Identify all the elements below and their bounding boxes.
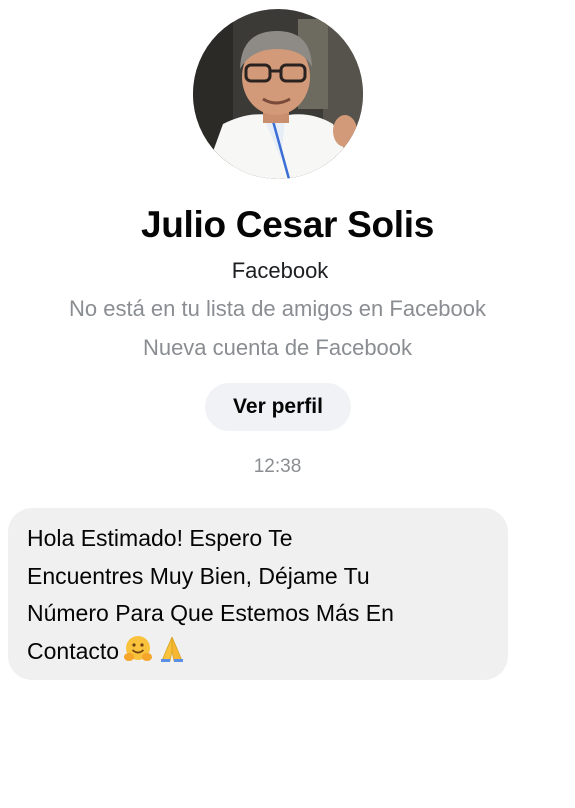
hugging-face-icon bbox=[123, 634, 153, 676]
message-bubble[interactable]: Hola Estimado! Espero Te Encuentres Muy … bbox=[8, 508, 508, 680]
contact-name: Julio Cesar Solis bbox=[140, 204, 435, 245]
account-note-text: Nueva cuenta de Facebook bbox=[142, 335, 413, 360]
message-line-text: Contacto bbox=[27, 637, 120, 664]
avatar[interactable] bbox=[193, 9, 363, 179]
profile-photo bbox=[193, 9, 363, 179]
message-line: Hola Estimado! Espero Te bbox=[27, 525, 293, 551]
message-last-line: Contacto bbox=[27, 633, 490, 676]
message-line: Número Para Que Estemos Más En bbox=[27, 600, 394, 626]
message-timestamp: 12:38 bbox=[253, 456, 302, 477]
message-line: Encuentres Muy Bien, Déjame Tu bbox=[27, 562, 370, 589]
friend-status-text: No está en tu lista de amigos en Faceboo… bbox=[68, 296, 487, 321]
folded-hands-icon bbox=[157, 634, 187, 676]
contact-source: Facebook bbox=[231, 258, 329, 283]
view-profile-button[interactable]: Ver perfil bbox=[205, 383, 351, 431]
